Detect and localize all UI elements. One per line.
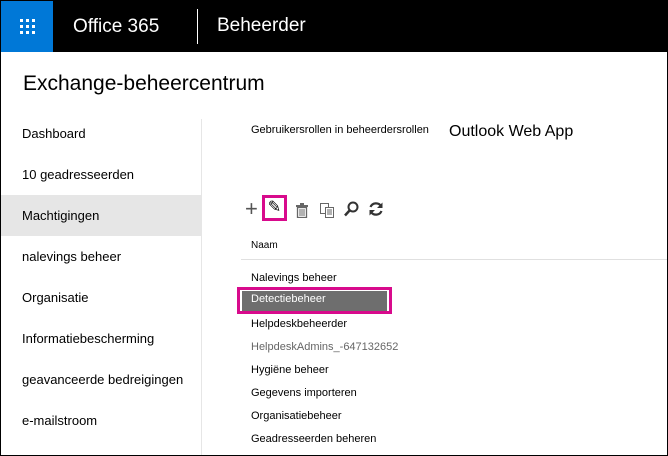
waffle-icon [20, 19, 35, 34]
list-item[interactable]: Organisatiebeheer [241, 405, 667, 428]
list-item[interactable]: Geadresseerden beheren [241, 428, 667, 451]
header-divider [241, 259, 667, 260]
app-launcher-button[interactable] [1, 1, 53, 52]
add-button[interactable]: + [245, 198, 258, 220]
refresh-button[interactable] [368, 200, 384, 216]
top-bar: Office 365 Beheerder [1, 1, 667, 52]
nav-item-dashboard[interactable]: Dashboard [1, 113, 201, 154]
list-item[interactable]: HelpdeskAdmins_-647132652 [241, 336, 667, 359]
list-item[interactable]: Hygiëne beheer [241, 359, 667, 382]
edit-button[interactable]: ✎ [262, 195, 287, 221]
list-item[interactable]: Gegevens importeren [241, 382, 667, 405]
nav-item-mail-flow[interactable]: e-mailstroom [1, 400, 201, 441]
nav-item-permissions[interactable]: Machtigingen [1, 195, 201, 236]
nav-item-protection[interactable]: Informatiebescherming [1, 318, 201, 359]
pencil-icon: ✎ [267, 199, 282, 216]
nav-item-organization[interactable]: Organisatie [1, 277, 201, 318]
nav-divider [201, 119, 202, 455]
topbar-divider [197, 9, 198, 44]
list-item[interactable]: Helpdeskbeheerder [241, 313, 667, 336]
page-title: Exchange-beheercentrum [23, 72, 265, 95]
trash-icon [296, 203, 308, 219]
tab-admin-roles[interactable]: Gebruikersrollen in beheerdersrollen [251, 124, 429, 136]
nav-item-recipients[interactable]: 10 geadresseerden [1, 154, 201, 195]
nav-item-advanced-threats[interactable]: geavanceerde bedreigingen [1, 359, 201, 400]
tab-outlook-web-app[interactable]: Outlook Web App [449, 123, 573, 141]
copy-button[interactable] [320, 201, 334, 218]
column-header-name[interactable]: Naam [251, 240, 278, 251]
brand-name[interactable]: Office 365 [73, 16, 159, 38]
selected-row-highlight [237, 287, 392, 314]
admin-section-title[interactable]: Beheerder [217, 15, 306, 37]
left-navigation: Dashboard 10 geadresseerden Machtigingen… [1, 113, 201, 441]
nav-item-compliance-management[interactable]: nalevings beheer [1, 236, 201, 277]
plus-icon: + [245, 196, 258, 221]
refresh-icon [369, 202, 383, 216]
search-icon [344, 201, 359, 217]
search-button[interactable] [344, 200, 359, 217]
copy-icon [320, 203, 334, 218]
delete-button[interactable] [296, 201, 308, 219]
app-frame: Office 365 Beheerder Exchange-beheercent… [0, 0, 668, 456]
